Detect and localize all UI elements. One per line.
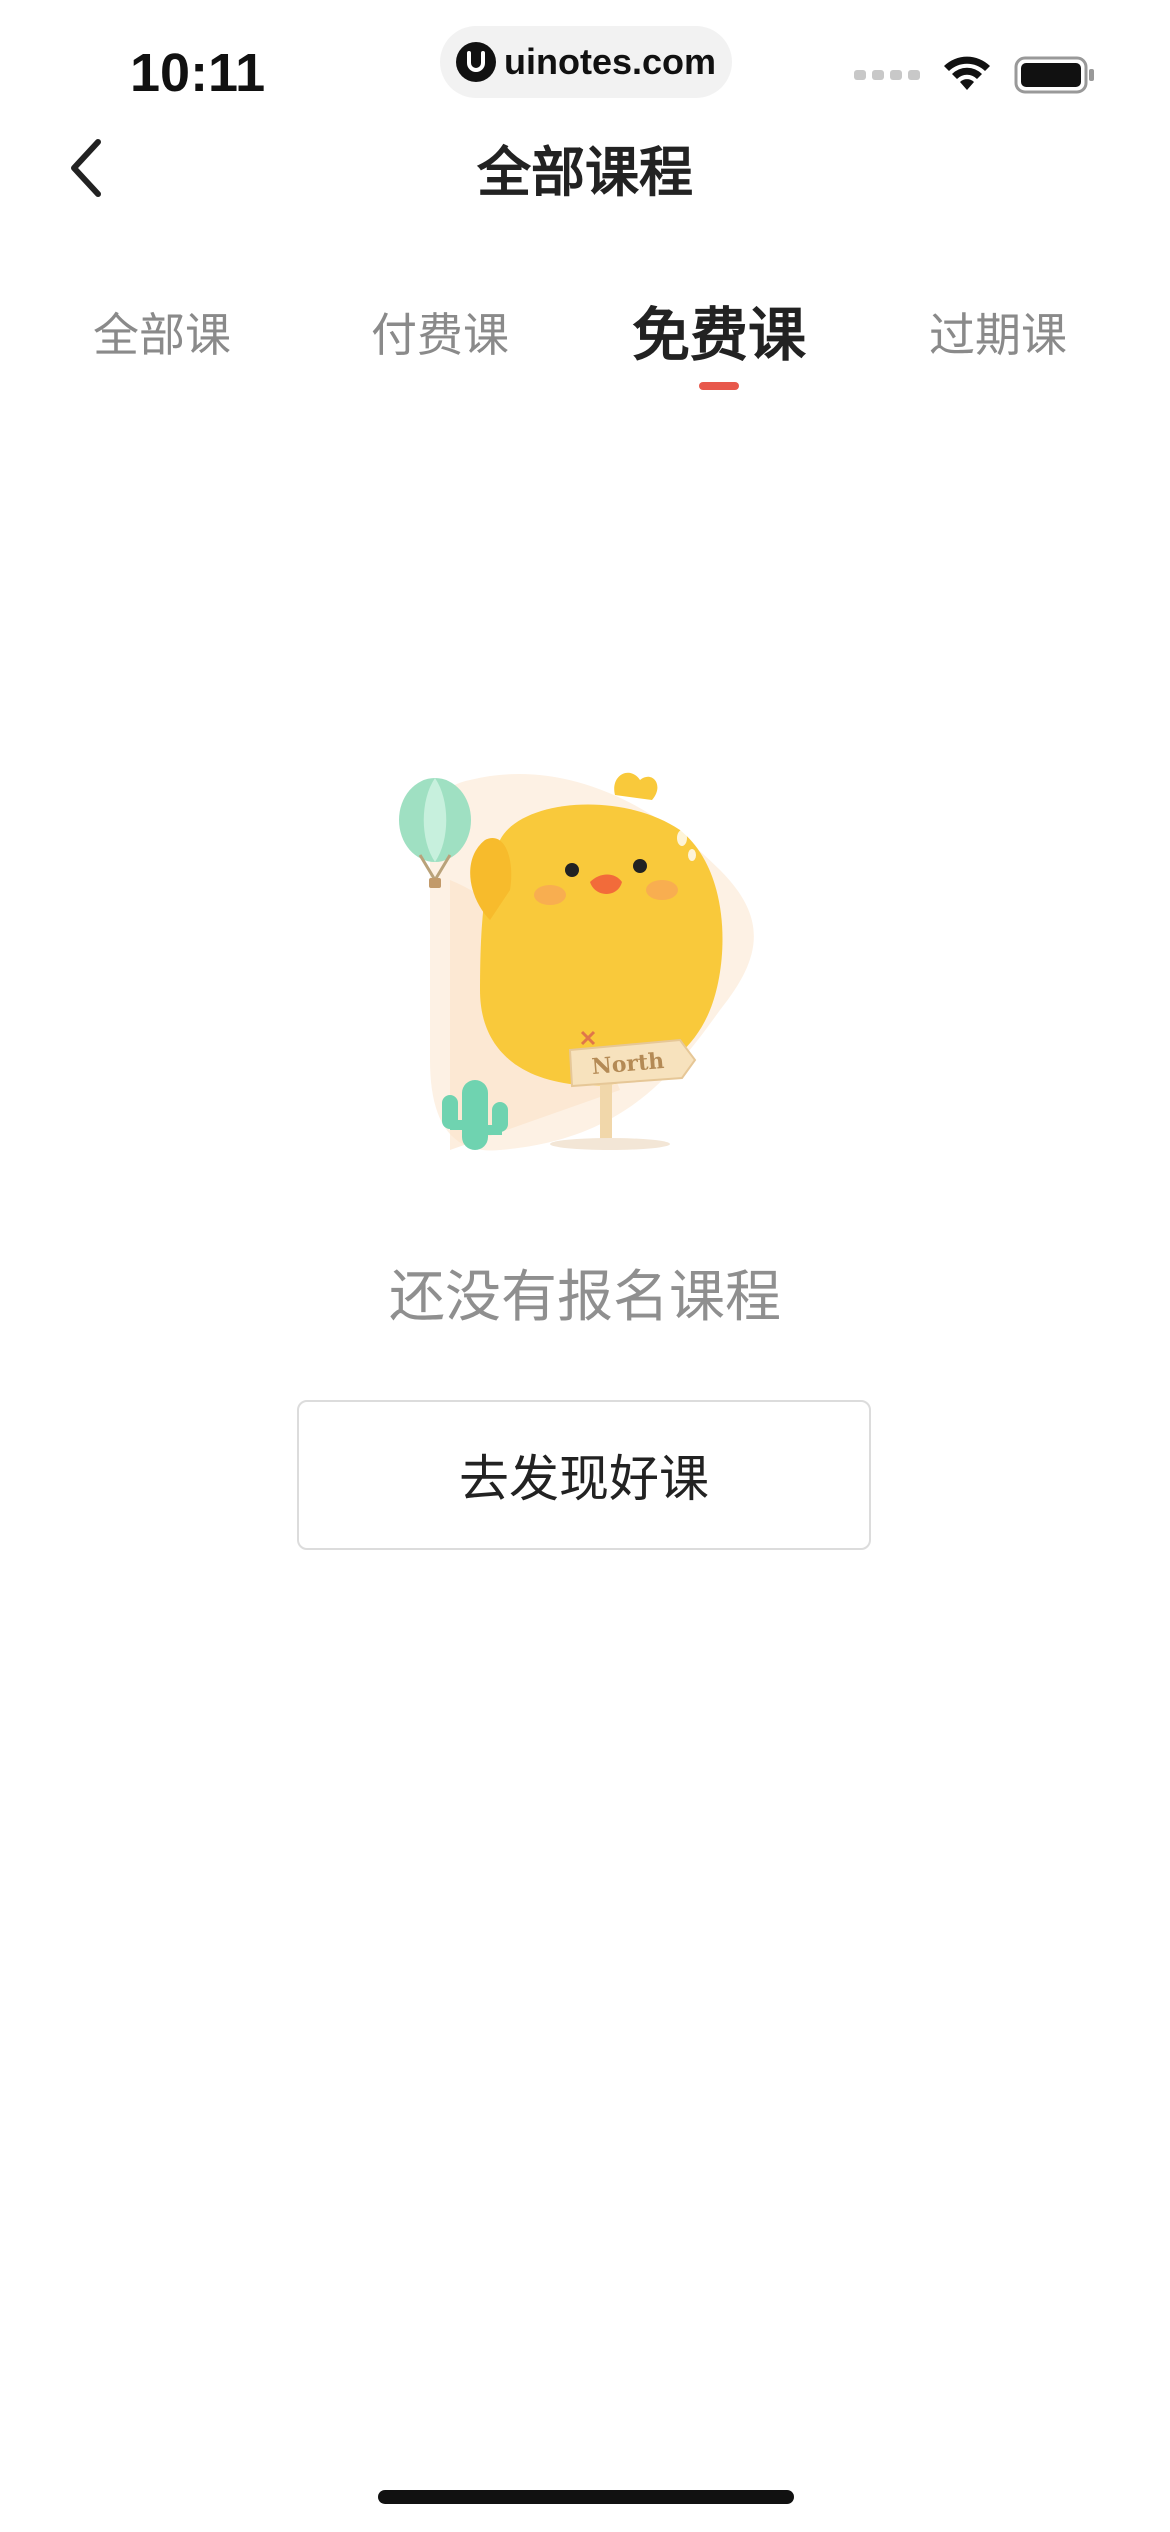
tab-label: 过期课	[929, 308, 1067, 362]
discover-courses-button[interactable]: 去发现好课	[297, 1400, 871, 1550]
url-pill[interactable]: uinotes.com	[440, 26, 732, 98]
tab-label: 付费课	[371, 308, 509, 362]
page: 10:11 uinotes.com 全部课程 全部课 付费课 免费课 过期课 N…	[0, 0, 1170, 2532]
course-tabs: 全部课 付费课 免费课 过期课	[0, 290, 1170, 410]
empty-state-illustration: North	[390, 760, 780, 1160]
status-indicators	[854, 56, 1096, 94]
tab-free-courses[interactable]: 免费课	[599, 290, 839, 400]
battery-icon	[1014, 56, 1094, 94]
tab-label: 全部课	[93, 308, 231, 362]
tab-paid-courses[interactable]: 付费课	[320, 290, 560, 400]
wifi-icon	[944, 56, 990, 90]
tab-all-courses[interactable]: 全部课	[42, 290, 282, 400]
status-time: 10:11	[130, 43, 266, 103]
home-indicator[interactable]	[378, 2490, 794, 2504]
active-tab-indicator	[699, 382, 739, 390]
page-title: 全部课程	[477, 141, 693, 204]
url-text: uinotes.com	[503, 41, 717, 82]
tab-expired-courses[interactable]: 过期课	[878, 290, 1118, 400]
cellular-signal-icon	[854, 70, 920, 80]
site-logo-icon	[455, 42, 496, 82]
tab-label: 免费课	[631, 301, 806, 369]
empty-state-message: 还没有报名课程	[389, 1265, 781, 1330]
